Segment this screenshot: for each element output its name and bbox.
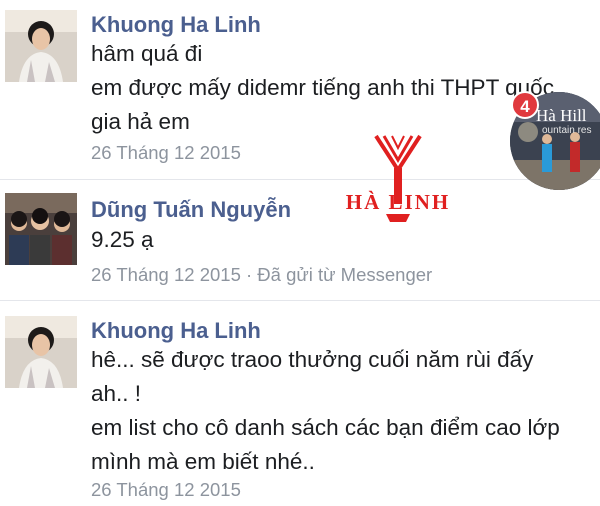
message-body: 9.25 ạ	[91, 223, 591, 257]
message-line: hê... sẽ được traoo thưởng cuối năm rùi …	[91, 347, 534, 372]
author-name[interactable]: Khuong Ha Linh	[91, 12, 261, 38]
chat-head-sign-sub: ountain res	[542, 125, 592, 136]
unread-badge[interactable]: 4	[511, 91, 539, 119]
woman-portrait-icon	[5, 10, 77, 82]
author-name[interactable]: Dũng Tuấn Nguyễn	[91, 197, 291, 223]
message-line: em list cho cô danh sách các bạn điểm ca…	[91, 415, 560, 440]
divider	[0, 300, 600, 301]
message-line: hâm quá đi	[91, 41, 203, 66]
avatar[interactable]	[5, 316, 77, 388]
avatar[interactable]	[5, 193, 77, 265]
message-meta: 26 Tháng 12 2015	[91, 142, 241, 163]
watermark-text: HÀ LINH	[345, 190, 451, 214]
avatar[interactable]	[5, 10, 77, 82]
message-meta: 26 Tháng 12 2015	[91, 479, 241, 500]
divider	[0, 179, 600, 180]
woman-portrait-icon	[5, 316, 77, 388]
message-line: mình mà em biết nhé..	[91, 449, 315, 474]
message-body: hê... sẽ được traoo thưởng cuối năm rùi …	[91, 343, 591, 479]
author-name[interactable]: Khuong Ha Linh	[91, 318, 261, 344]
chat-head-sign: Hà Hill	[536, 106, 587, 125]
message-line: 9.25 ạ	[91, 227, 154, 252]
message-meta: 26 Tháng 12 2015 · Đã gửi từ Messenger	[91, 264, 433, 285]
message-line: ah.. !	[91, 381, 142, 406]
group-photo-icon	[5, 193, 77, 265]
